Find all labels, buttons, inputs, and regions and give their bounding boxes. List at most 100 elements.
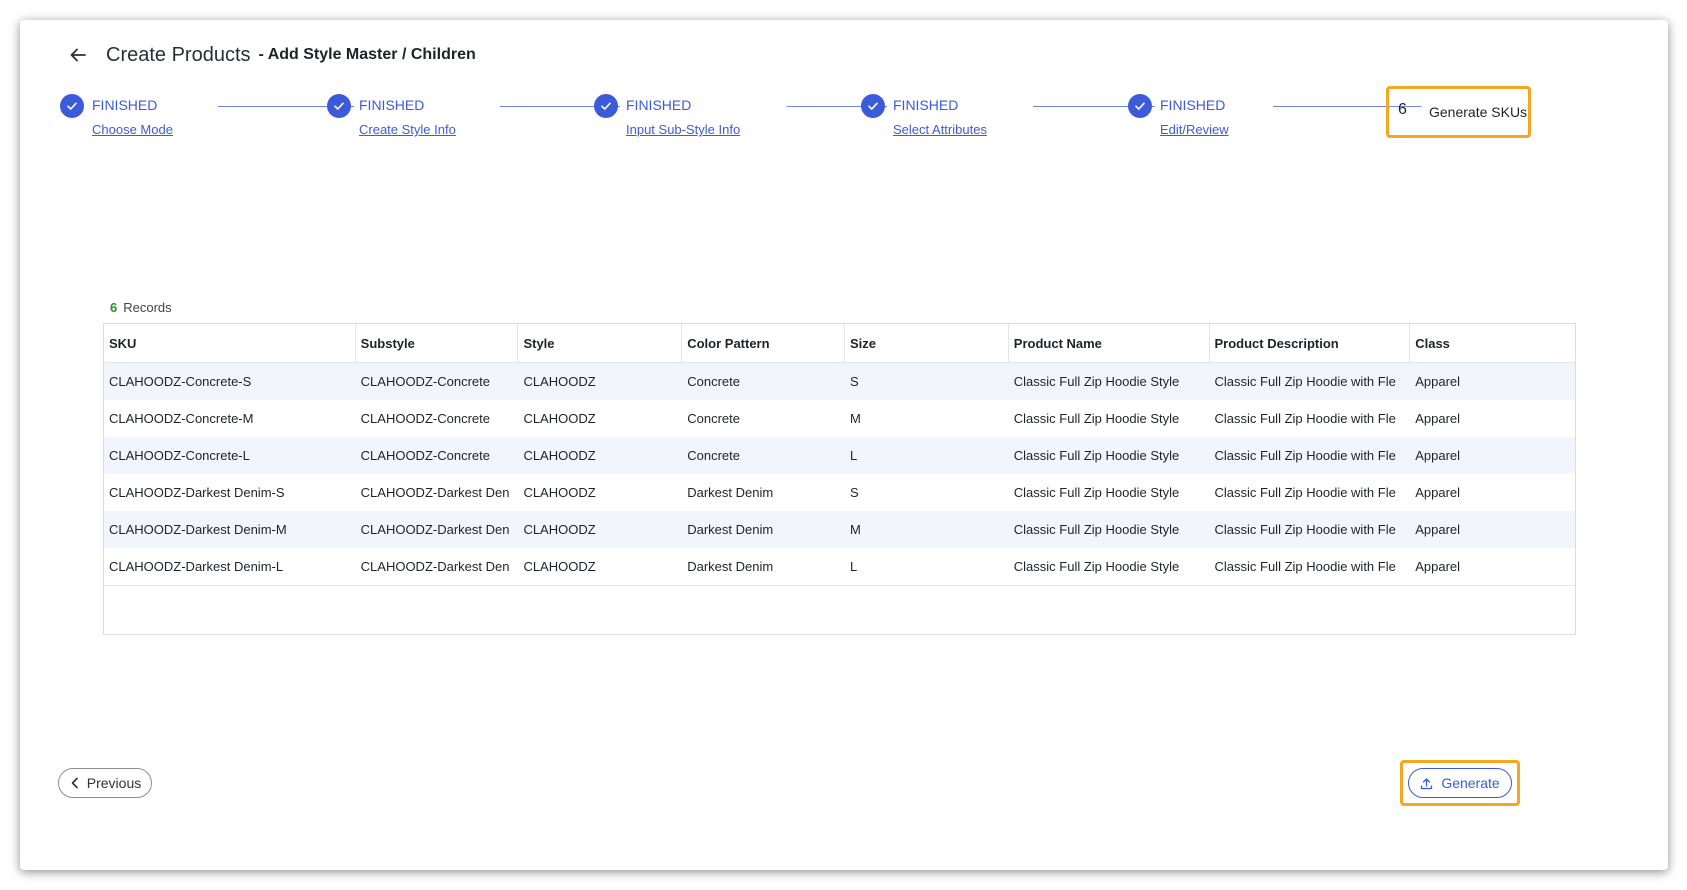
records-count: 6 Records	[110, 300, 172, 315]
step-status: FINISHED	[893, 97, 959, 113]
cell-color-pattern: Concrete	[687, 411, 740, 426]
generate-button[interactable]: Generate	[1408, 768, 1512, 798]
cell-sku: CLAHOODZ-Darkest Denim-M	[109, 522, 287, 537]
cell-sku: CLAHOODZ-Darkest Denim-L	[109, 559, 284, 574]
column-header-style[interactable]: Style	[518, 324, 683, 362]
cell-style: CLAHOODZ	[523, 448, 596, 463]
cell-product-name: Classic Full Zip Hoodie Style	[1013, 411, 1180, 426]
cell-product-name: Classic Full Zip Hoodie Style	[1013, 374, 1180, 389]
cell-product-description: Classic Full Zip Hoodie with Fle	[1214, 485, 1396, 500]
cell-style: CLAHOODZ	[523, 374, 596, 389]
cell-substyle: CLAHOODZ-Darkest Den	[360, 485, 510, 500]
table-row[interactable]: CLAHOODZ-Darkest Denim-L CLAHOODZ-Darkes…	[104, 548, 1575, 585]
table-row[interactable]: CLAHOODZ-Darkest Denim-M CLAHOODZ-Darkes…	[104, 511, 1575, 548]
records-count-value: 6	[110, 300, 118, 315]
generate-highlight: Generate	[1400, 760, 1520, 806]
previous-button[interactable]: Previous	[58, 768, 152, 798]
cell-sku: CLAHOODZ-Concrete-M	[109, 411, 254, 426]
step-status: FINISHED	[626, 97, 692, 113]
cell-substyle: CLAHOODZ-Concrete	[360, 374, 490, 389]
check-icon	[327, 94, 351, 118]
step-status: FINISHED	[359, 97, 425, 113]
sku-table: SKU Substyle Style Color Pattern Size Pr…	[103, 323, 1576, 635]
cell-product-name: Classic Full Zip Hoodie Style	[1013, 522, 1180, 537]
cell-class: Apparel	[1415, 411, 1461, 426]
cell-class: Apparel	[1415, 374, 1461, 389]
table-row[interactable]: CLAHOODZ-Concrete-L CLAHOODZ-Concrete CL…	[104, 437, 1575, 474]
cell-sku: CLAHOODZ-Darkest Denim-S	[109, 485, 285, 500]
cell-product-description: Classic Full Zip Hoodie with Fle	[1214, 448, 1396, 463]
main-panel: Create Products - Add Style Master / Chi…	[20, 20, 1668, 870]
stepper: FINISHED Choose Mode FINISHED Create Sty…	[60, 82, 1660, 142]
cell-size: S	[850, 374, 859, 389]
previous-button-label: Previous	[86, 775, 142, 791]
table-row[interactable]: CLAHOODZ-Darkest Denim-S CLAHOODZ-Darkes…	[104, 474, 1575, 511]
cell-substyle: CLAHOODZ-Darkest Den	[360, 559, 510, 574]
cell-color-pattern: Concrete	[687, 448, 740, 463]
cell-product-description: Classic Full Zip Hoodie with Fle	[1214, 374, 1396, 389]
step-link-choose-mode[interactable]: Choose Mode	[92, 122, 173, 137]
cell-class: Apparel	[1415, 485, 1461, 500]
cell-substyle: CLAHOODZ-Concrete	[360, 411, 490, 426]
check-icon	[1128, 94, 1152, 118]
cell-product-name: Classic Full Zip Hoodie Style	[1013, 448, 1180, 463]
cell-size: L	[850, 559, 858, 574]
cell-product-name: Classic Full Zip Hoodie Style	[1013, 559, 1180, 574]
cell-product-description: Classic Full Zip Hoodie with Fle	[1214, 522, 1396, 537]
step-link-create-style-info[interactable]: Create Style Info	[359, 122, 456, 137]
cell-style: CLAHOODZ	[523, 522, 596, 537]
upload-icon	[1421, 777, 1433, 789]
step-status: FINISHED	[92, 97, 158, 113]
column-header-product-name[interactable]: Product Name	[1009, 324, 1210, 362]
page-subtitle: - Add Style Master / Children	[258, 46, 476, 63]
cell-sku: CLAHOODZ-Concrete-L	[109, 448, 250, 463]
cell-size: S	[850, 485, 859, 500]
step-status: FINISHED	[1160, 97, 1226, 113]
table-footer-divider	[104, 585, 1575, 586]
cell-color-pattern: Darkest Denim	[687, 485, 774, 500]
cell-sku: CLAHOODZ-Concrete-S	[109, 374, 252, 389]
check-icon	[594, 94, 618, 118]
column-header-class[interactable]: Class	[1410, 324, 1575, 362]
step-link-edit-review[interactable]: Edit/Review	[1160, 122, 1229, 137]
cell-color-pattern: Darkest Denim	[687, 522, 774, 537]
step-link-input-sub-style-info[interactable]: Input Sub-Style Info	[626, 122, 740, 137]
page-title: Create Products	[106, 43, 251, 66]
cell-product-description: Classic Full Zip Hoodie with Fle	[1214, 411, 1396, 426]
cell-color-pattern: Darkest Denim	[687, 559, 774, 574]
cell-product-description: Classic Full Zip Hoodie with Fle	[1214, 559, 1396, 574]
cell-substyle: CLAHOODZ-Concrete	[360, 448, 490, 463]
step-number-badge: 6	[1398, 101, 1407, 118]
cell-style: CLAHOODZ	[523, 411, 596, 426]
page-header: Create Products - Add Style Master / Chi…	[66, 38, 476, 72]
cell-size: M	[850, 522, 861, 537]
table-header: SKU Substyle Style Color Pattern Size Pr…	[104, 324, 1575, 363]
check-icon	[60, 94, 84, 118]
step-link-select-attributes[interactable]: Select Attributes	[893, 122, 987, 137]
records-count-label: Records	[123, 300, 172, 315]
cell-size: L	[850, 448, 858, 463]
back-button[interactable]	[66, 43, 90, 67]
step-generate-skus: 6 Generate SKUs	[1386, 86, 1531, 138]
step-link-generate-skus[interactable]: Generate SKUs	[1429, 104, 1527, 120]
cell-size: M	[850, 411, 861, 426]
column-header-sku[interactable]: SKU	[104, 324, 356, 362]
cell-color-pattern: Concrete	[687, 374, 740, 389]
check-icon	[861, 94, 885, 118]
cell-class: Apparel	[1415, 448, 1461, 463]
arrow-left-icon	[70, 48, 86, 62]
cell-class: Apparel	[1415, 522, 1461, 537]
cell-style: CLAHOODZ	[523, 559, 596, 574]
cell-substyle: CLAHOODZ-Darkest Den	[360, 522, 510, 537]
cell-class: Apparel	[1415, 559, 1461, 574]
cell-style: CLAHOODZ	[523, 485, 596, 500]
column-header-substyle[interactable]: Substyle	[356, 324, 519, 362]
table-row[interactable]: CLAHOODZ-Concrete-S CLAHOODZ-Concrete CL…	[104, 363, 1575, 400]
table-row[interactable]: CLAHOODZ-Concrete-M CLAHOODZ-Concrete CL…	[104, 400, 1575, 437]
column-header-color-pattern[interactable]: Color Pattern	[682, 324, 845, 362]
column-header-product-description[interactable]: Product Description	[1210, 324, 1411, 362]
chevron-left-icon	[71, 777, 78, 789]
generate-button-label: Generate	[1441, 775, 1500, 791]
column-header-size[interactable]: Size	[845, 324, 1009, 362]
cell-product-name: Classic Full Zip Hoodie Style	[1013, 485, 1180, 500]
